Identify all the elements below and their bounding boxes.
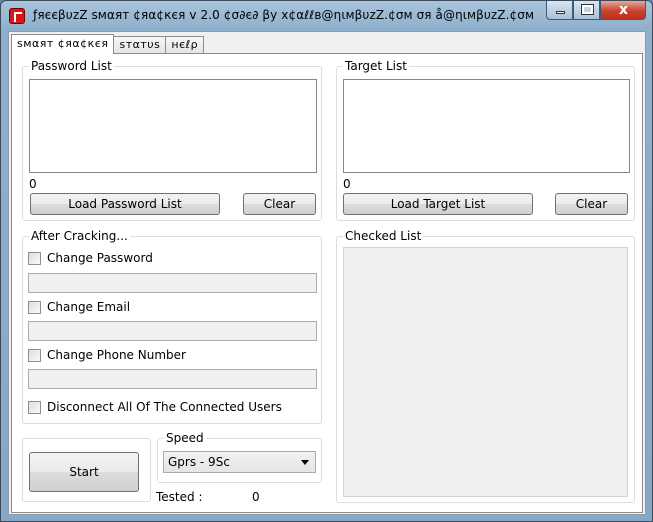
smart-cracker-panel: Password List 0 Load Password List Clear… <box>11 53 643 513</box>
tab-help[interactable]: нєℓρ <box>165 36 205 54</box>
clear-target-list-button[interactable]: Clear <box>555 193 628 215</box>
checked-listbox[interactable] <box>343 247 628 497</box>
target-list-group: Target List 0 Load Target List Clear <box>336 59 635 221</box>
change-password-label: Change Password <box>47 251 153 265</box>
load-password-list-button[interactable]: Load Password List <box>30 193 220 215</box>
tested-count: 0 <box>252 490 260 504</box>
checked-list-group: Checked List <box>336 229 635 503</box>
change-password-field[interactable] <box>28 273 317 293</box>
target-list-title: Target List <box>343 59 409 73</box>
change-phone-checkbox[interactable] <box>28 348 41 362</box>
after-cracking-group: After Cracking... Change Password Change… <box>22 229 322 424</box>
window-title: ƒяєєβυzZ ѕмαят ¢яα¢кєя v 2.0 ¢σ∂є∂ βу x¢… <box>33 8 535 22</box>
app-icon[interactable] <box>9 8 25 24</box>
target-count: 0 <box>343 177 351 191</box>
change-email-option[interactable]: Change Email <box>28 299 130 315</box>
close-button[interactable]: x <box>600 1 646 20</box>
tab-strip: ѕмαят ¢яα¢кєя ѕтαтυѕ нєℓρ <box>11 34 205 54</box>
password-count: 0 <box>29 177 37 191</box>
target-listbox[interactable] <box>343 79 630 173</box>
password-list-group: Password List 0 Load Password List Clear <box>22 59 322 221</box>
disconnect-users-option[interactable]: Disconnect All Of The Connected Users <box>28 399 282 415</box>
maximize-icon <box>581 4 594 15</box>
clear-password-list-button[interactable]: Clear <box>243 193 316 215</box>
title-bar[interactable]: ƒяєєβυzZ ѕмαят ¢яα¢кєя v 2.0 ¢σ∂є∂ βу x¢… <box>1 1 652 31</box>
speed-group: Speed Gprs - 9Sc <box>157 431 322 483</box>
checked-list-title: Checked List <box>343 229 424 243</box>
tested-label: Tested : <box>156 490 203 504</box>
change-phone-field[interactable] <box>28 369 317 389</box>
chevron-down-icon <box>301 460 309 465</box>
password-list-title: Password List <box>29 59 114 73</box>
speed-select-value: Gprs - 9Sc <box>168 455 230 469</box>
tab-status[interactable]: ѕтαтυѕ <box>113 36 167 54</box>
change-email-field[interactable] <box>28 321 317 341</box>
app-window: ƒяєєβυzZ ѕмαят ¢яα¢кєя v 2.0 ¢σ∂є∂ βу x¢… <box>0 0 653 522</box>
disconnect-users-label: Disconnect All Of The Connected Users <box>47 400 282 414</box>
client-area: ѕмαят ¢яα¢кєя ѕтαтυѕ нєℓρ Password List … <box>8 31 646 515</box>
change-password-option[interactable]: Change Password <box>28 250 153 266</box>
after-cracking-title: After Cracking... <box>29 229 130 243</box>
caption-buttons: x <box>546 1 646 21</box>
close-icon: x <box>619 2 629 18</box>
start-button[interactable]: Start <box>29 452 139 492</box>
password-listbox[interactable] <box>29 79 317 173</box>
maximize-button[interactable] <box>573 1 600 20</box>
disconnect-users-checkbox[interactable] <box>28 400 41 414</box>
load-target-list-button[interactable]: Load Target List <box>343 193 533 215</box>
minimize-icon <box>556 11 565 14</box>
start-group: Start <box>22 438 151 502</box>
speed-title: Speed <box>164 431 206 445</box>
change-phone-label: Change Phone Number <box>47 348 186 362</box>
change-email-checkbox[interactable] <box>28 300 41 314</box>
change-phone-option[interactable]: Change Phone Number <box>28 347 186 363</box>
speed-select[interactable]: Gprs - 9Sc <box>163 451 316 473</box>
change-password-checkbox[interactable] <box>28 251 41 265</box>
tab-smart-cracker[interactable]: ѕмαят ¢яα¢кєя <box>11 34 115 54</box>
change-email-label: Change Email <box>47 300 131 314</box>
minimize-button[interactable] <box>546 1 573 20</box>
